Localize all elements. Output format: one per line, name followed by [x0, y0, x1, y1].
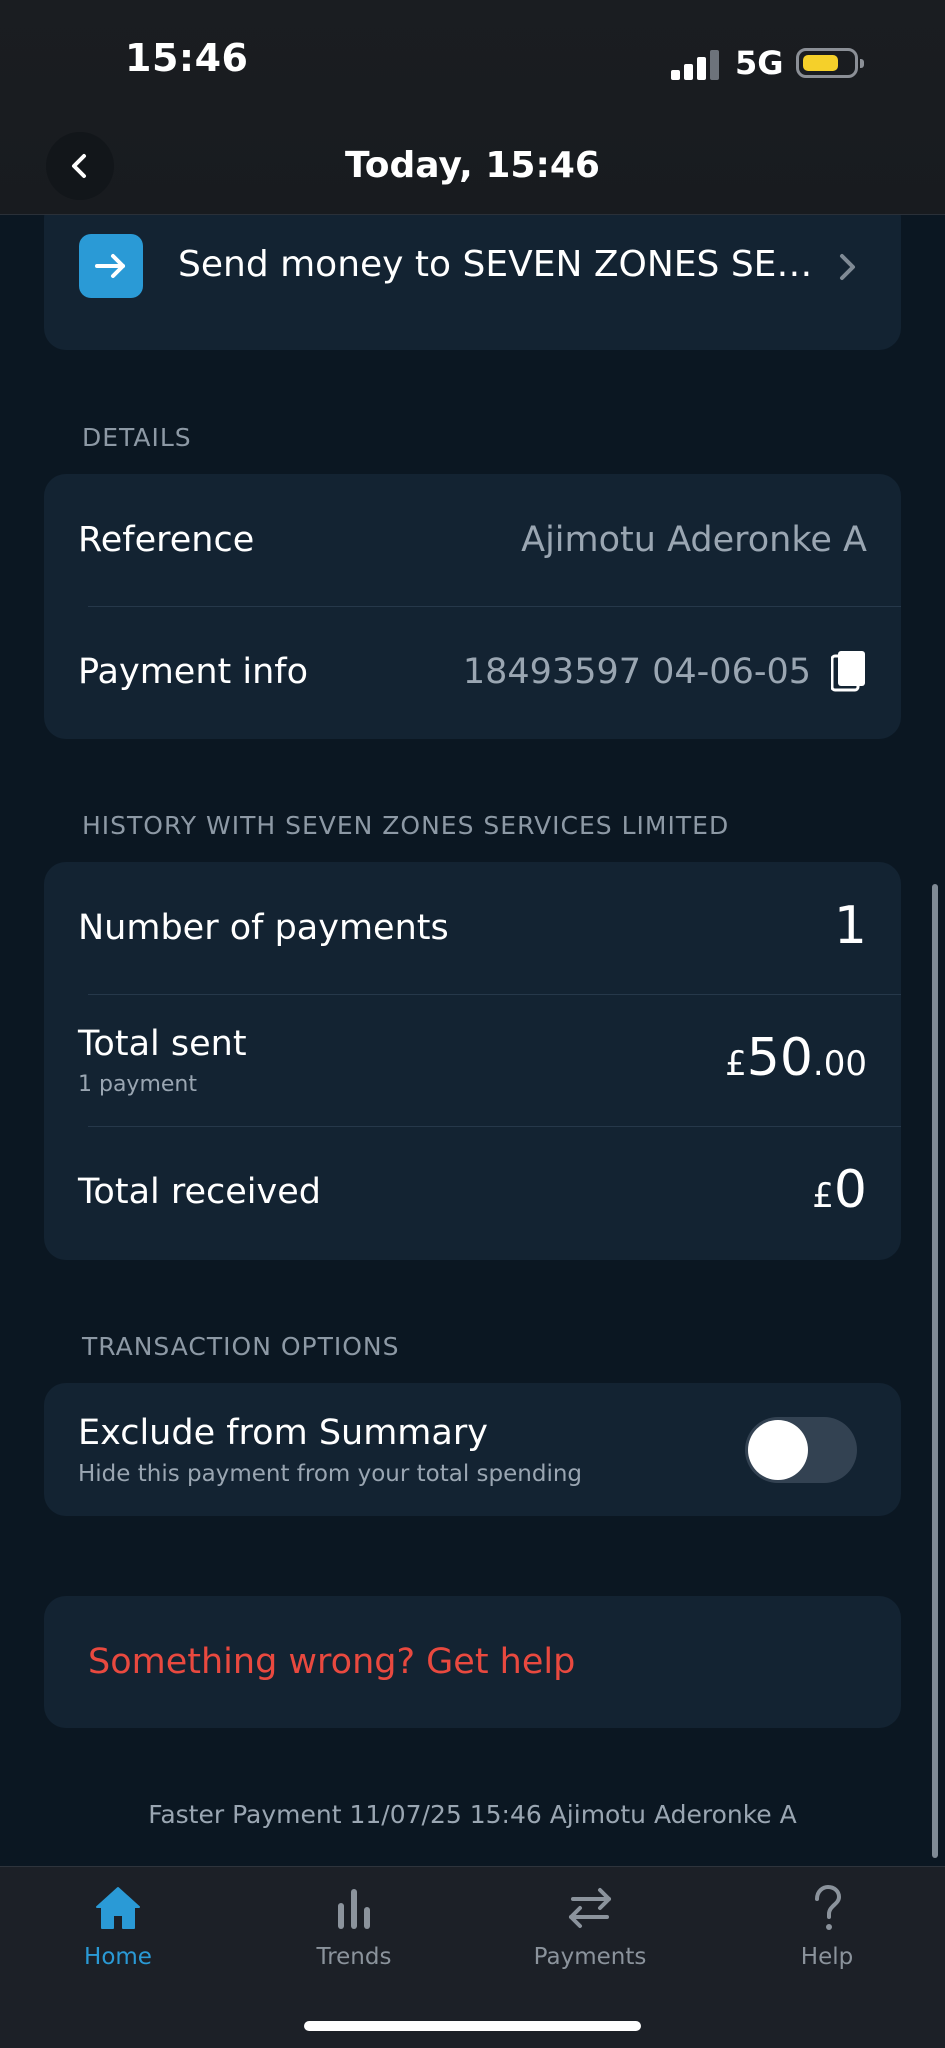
history-heading: HISTORY WITH SEVEN ZONES SERVICES LIMITE…: [82, 811, 730, 840]
transaction-options-heading: TRANSACTION OPTIONS: [82, 1332, 400, 1361]
status-time: 15:46: [125, 36, 249, 80]
chevron-right-icon: [840, 254, 855, 280]
home-indicator[interactable]: [304, 2021, 641, 2031]
total-received-row: Total received £0: [44, 1126, 901, 1258]
payment-info-label: Payment info: [78, 652, 308, 692]
question-mark-icon: [815, 1884, 842, 1930]
battery-icon: [796, 48, 864, 78]
tab-label: Payments: [533, 1944, 647, 1970]
tab-label: Trends: [316, 1944, 392, 1970]
tab-label: Home: [84, 1944, 152, 1970]
transfer-arrows-icon: [569, 1888, 611, 1928]
amount-minor: .00: [812, 1044, 867, 1084]
details-card: Reference Ajimotu Aderonke A Payment inf…: [44, 474, 901, 739]
divider: [88, 994, 901, 995]
total-received-label: Total received: [78, 1172, 321, 1212]
exclude-summary-label: Exclude from Summary: [78, 1413, 488, 1453]
number-of-payments-value: 1: [833, 896, 867, 956]
total-sent-sub-label: 1 payment: [78, 1072, 197, 1097]
top-bar: 15:46 5G Today, 15:46: [0, 0, 945, 215]
toggle-knob: [748, 1420, 808, 1480]
transaction-detail-screen: 15:46 5G Today, 15:46 Send money to SEVE…: [0, 0, 945, 2048]
exclude-summary-toggle[interactable]: [745, 1417, 857, 1483]
tab-help[interactable]: Help: [709, 1867, 945, 1987]
payment-info-value: 18493597 04-06-05: [462, 652, 811, 692]
total-received-amount: £0: [812, 1160, 867, 1220]
copy-icon[interactable]: [831, 650, 867, 692]
send-money-card[interactable]: Send money to SEVEN ZONES SE…: [44, 196, 901, 350]
transaction-options-card: Exclude from Summary Hide this payment f…: [44, 1383, 901, 1516]
reference-row: Reference Ajimotu Aderonke A: [44, 474, 901, 606]
bar-chart-icon: [338, 1889, 370, 1929]
number-of-payments-label: Number of payments: [78, 908, 449, 948]
number-of-payments-row: Number of payments 1: [44, 862, 901, 994]
total-sent-amount: £50.00: [725, 1028, 867, 1088]
reference-value: Ajimotu Aderonke A: [521, 520, 867, 560]
total-sent-row: Total sent 1 payment £50.00: [44, 994, 901, 1126]
exclude-summary-sub-label: Hide this payment from your total spendi…: [78, 1461, 583, 1487]
divider: [88, 606, 901, 607]
send-money-label: Send money to SEVEN ZONES SE…: [178, 244, 813, 285]
get-help-card[interactable]: Something wrong? Get help: [44, 1596, 901, 1728]
payment-info-row[interactable]: Payment info 18493597 04-06-05: [44, 606, 901, 738]
home-icon: [96, 1887, 140, 1929]
total-sent-label: Total sent: [78, 1024, 247, 1064]
get-help-link[interactable]: Something wrong? Get help: [88, 1642, 575, 1682]
tab-home[interactable]: Home: [0, 1867, 236, 1987]
currency-symbol: £: [725, 1044, 747, 1084]
tab-label: Help: [800, 1944, 854, 1970]
currency-symbol: £: [812, 1176, 834, 1216]
tab-bar: Home Trends Payments Help: [0, 1866, 945, 2048]
transaction-footer-note: Faster Payment 11/07/25 15:46 Ajimotu Ad…: [148, 1800, 797, 1829]
tab-payments[interactable]: Payments: [472, 1867, 708, 1987]
amount-major: 0: [833, 1160, 867, 1220]
divider: [88, 1126, 901, 1127]
history-card: Number of payments 1 Total sent 1 paymen…: [44, 862, 901, 1260]
details-heading: DETAILS: [82, 423, 192, 452]
network-type: 5G: [735, 44, 784, 82]
cellular-signal-icon: [671, 50, 719, 80]
reference-label: Reference: [78, 520, 255, 560]
arrow-right-icon: [79, 234, 143, 298]
scrollbar[interactable]: [932, 884, 938, 1858]
page-title: Today, 15:46: [345, 145, 600, 186]
tab-trends[interactable]: Trends: [236, 1867, 472, 1987]
amount-major: 50: [746, 1028, 813, 1088]
